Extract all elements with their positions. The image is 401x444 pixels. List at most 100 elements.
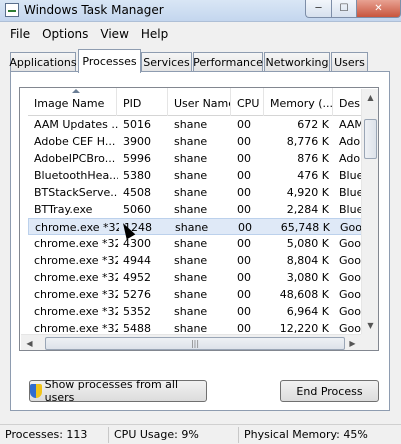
process-row[interactable]: AAM Updates ... 5016 shane 00 672 K AAM — [28, 116, 378, 133]
uac-shield-icon — [30, 384, 42, 398]
process-list[interactable]: Image Name PID User Name CPU Memory (...… — [19, 87, 379, 351]
process-row[interactable]: BTStackServe... 4508 shane 00 4,920 K Blue — [28, 184, 378, 201]
tab-applications[interactable]: Applications — [9, 52, 77, 72]
cell-cpu: 00 — [237, 118, 251, 131]
process-row[interactable]: BTTray.exe 5060 shane 00 2,284 K Blue — [28, 201, 378, 218]
tab-users[interactable]: Users — [331, 52, 368, 72]
cell-user-name: shane — [174, 169, 208, 182]
maximize-button[interactable]: ☐ — [331, 0, 356, 18]
process-row[interactable]: BluetoothHea... 5380 shane 00 476 K Blue — [28, 167, 378, 184]
process-row[interactable]: chrome.exe *32 5352 shane 00 6,964 K Goo — [28, 303, 378, 320]
scroll-down-icon[interactable]: ▼ — [362, 317, 378, 334]
cell-pid: 5016 — [123, 118, 151, 131]
cell-pid: 5276 — [123, 288, 151, 301]
vertical-scroll-thumb[interactable] — [364, 119, 377, 159]
cell-memory: 2,284 K — [286, 203, 329, 216]
cell-image-name: chrome.exe *32 — [34, 305, 118, 318]
cell-user-name: shane — [174, 237, 208, 250]
process-row[interactable]: chrome.exe *32 4952 shane 00 3,080 K Goo — [28, 269, 378, 286]
process-row[interactable]: chrome.exe *32 4944 shane 00 8,804 K Goo — [28, 252, 378, 269]
tab-strip: Applications Processes Services Performa… — [9, 49, 370, 73]
cell-cpu: 00 — [238, 221, 252, 234]
cell-image-name: chrome.exe *32 — [34, 271, 118, 284]
cell-memory: 5,080 K — [286, 237, 329, 250]
column-cpu[interactable]: CPU — [231, 88, 264, 116]
title-bar[interactable]: Windows Task Manager ─ ☐ ✕ — [0, 0, 401, 22]
cell-cpu: 00 — [237, 288, 251, 301]
cell-pid: 4944 — [123, 254, 151, 267]
process-row[interactable]: chrome.exe *32 1248 shane 00 65,748 K Goo — [28, 218, 378, 235]
column-memory[interactable]: Memory (... — [264, 88, 333, 116]
scroll-right-icon[interactable]: ▶ — [344, 335, 361, 350]
cell-image-name: chrome.exe *32 — [34, 237, 118, 250]
cell-memory: 3,080 K — [286, 271, 329, 284]
status-physical-memory: Physical Memory: 45% — [244, 428, 368, 441]
cell-cpu: 00 — [237, 135, 251, 148]
cell-cpu: 00 — [237, 254, 251, 267]
tab-performance[interactable]: Performance — [193, 52, 263, 72]
cell-user-name: shane — [174, 135, 208, 148]
cell-pid: 4952 — [123, 271, 151, 284]
cell-user-name: shane — [174, 186, 208, 199]
cell-memory: 6,964 K — [286, 305, 329, 318]
column-image-name[interactable]: Image Name — [28, 88, 117, 116]
tab-networking[interactable]: Networking — [264, 52, 330, 72]
scroll-left-icon[interactable]: ◀ — [21, 335, 38, 350]
status-process-count: Processes: 113 — [5, 428, 88, 441]
cell-image-name: BTStackServe... — [34, 186, 118, 199]
cell-user-name: shane — [174, 152, 208, 165]
horizontal-scroll-thumb[interactable]: ||| — [45, 337, 345, 350]
scroll-up-icon[interactable]: ▲ — [362, 89, 378, 106]
cell-image-name: AdobeIPCBro... — [34, 152, 116, 165]
tab-processes[interactable]: Processes — [78, 49, 141, 73]
cell-pid: 4508 — [123, 186, 151, 199]
end-process-label: End Process — [296, 384, 363, 398]
cell-memory: 65,748 K — [280, 221, 330, 234]
show-all-users-label: Show processes from all users — [44, 378, 179, 404]
cell-pid: 5060 — [123, 203, 151, 216]
cell-image-name: AAM Updates ... — [34, 118, 118, 131]
process-row[interactable]: chrome.exe *32 4300 shane 00 5,080 K Goo — [28, 235, 378, 252]
cell-user-name: shane — [174, 203, 208, 216]
process-row[interactable]: Adobe CEF H... 3900 shane 00 8,776 K Ado — [28, 133, 378, 150]
cell-user-name: shane — [174, 254, 208, 267]
column-user-name[interactable]: User Name — [168, 88, 231, 116]
cell-cpu: 00 — [237, 152, 251, 165]
menu-file[interactable]: File — [4, 25, 36, 43]
scroll-grip-icon: ||| — [190, 339, 200, 348]
cell-user-name: shane — [174, 288, 208, 301]
cell-user-name: shane — [175, 221, 209, 234]
horizontal-scrollbar[interactable]: ◀ ||| ▶ — [21, 334, 361, 350]
cell-cpu: 00 — [237, 305, 251, 318]
column-pid[interactable]: PID — [117, 88, 168, 116]
cell-image-name: chrome.exe *32 — [34, 288, 118, 301]
close-button[interactable]: ✕ — [356, 0, 401, 18]
cell-cpu: 00 — [237, 237, 251, 250]
cell-memory: 4,920 K — [286, 186, 329, 199]
menu-options[interactable]: Options — [36, 25, 94, 43]
cell-user-name: shane — [174, 118, 208, 131]
tab-services[interactable]: Services — [141, 52, 192, 72]
cell-image-name: BluetoothHea... — [34, 169, 118, 182]
cell-image-name: chrome.exe *32 — [34, 254, 118, 267]
cell-pid: 5352 — [123, 305, 151, 318]
cell-image-name: chrome.exe *32 — [35, 221, 119, 234]
process-row[interactable]: AdobeIPCBro... 5996 shane 00 876 K Ado — [28, 150, 378, 167]
minimize-button[interactable]: ─ — [305, 0, 331, 18]
cell-memory: 48,608 K — [279, 288, 329, 301]
vertical-scrollbar[interactable]: ▲ ▼ — [361, 89, 378, 334]
menu-help[interactable]: Help — [135, 25, 174, 43]
status-divider — [108, 427, 109, 443]
column-header: Image Name PID User Name CPU Memory (...… — [28, 88, 378, 116]
status-divider — [238, 427, 239, 443]
cell-image-name: BTTray.exe — [34, 203, 93, 216]
end-process-button[interactable]: End Process — [280, 380, 379, 402]
cell-cpu: 00 — [237, 271, 251, 284]
show-all-users-button[interactable]: Show processes from all users — [29, 378, 207, 404]
cell-memory: 672 K — [297, 118, 329, 131]
process-row[interactable]: chrome.exe *32 5276 shane 00 48,608 K Goo — [28, 286, 378, 303]
cell-user-name: shane — [174, 271, 208, 284]
cell-memory: 876 K — [297, 152, 329, 165]
cell-pid: 4300 — [123, 237, 151, 250]
menu-view[interactable]: View — [94, 25, 134, 43]
